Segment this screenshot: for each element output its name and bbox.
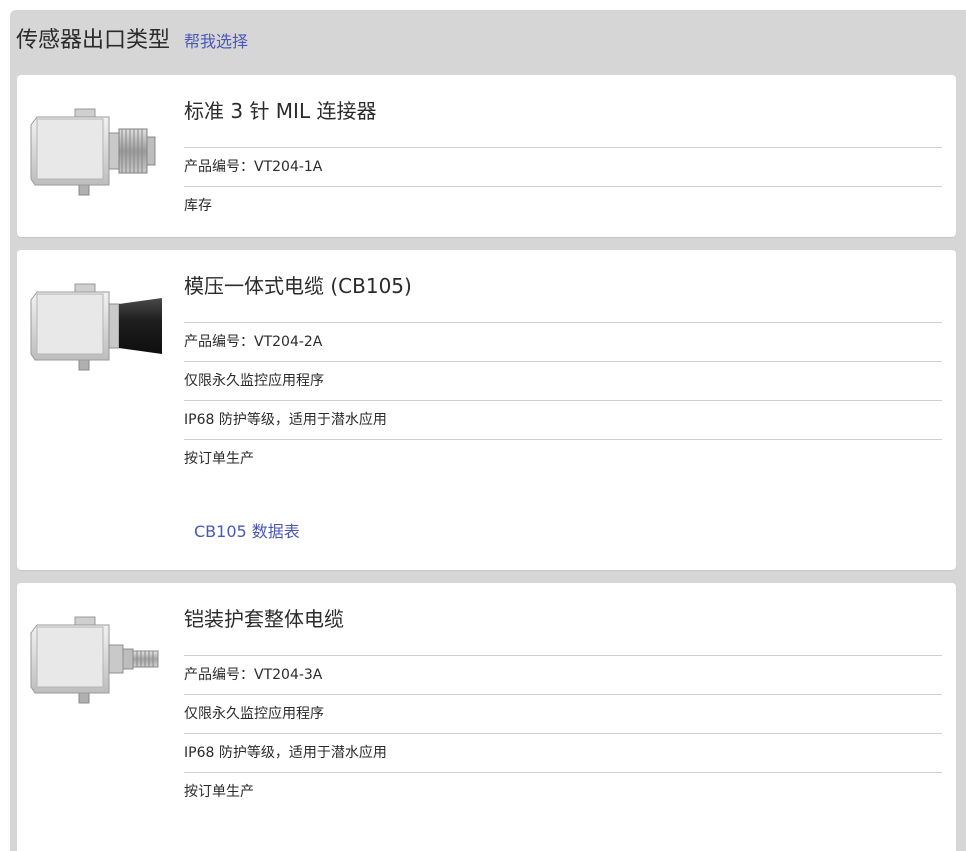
option-card-mil-connector[interactable]: 标准 3 针 MIL 连接器 产品编号：VT204-1A 库存	[17, 75, 956, 237]
feature-row: IP68 防护等级，适用于潜水应用	[184, 401, 942, 440]
outlet-type-panel: 传感器出口类型 帮我选择 标准 3 针 MIL 连接器 产品编号：VT204-1…	[10, 10, 966, 851]
card-body: 模压一体式电缆 (CB105) 产品编号：VT204-2A 仅限永久监控应用程序…	[184, 250, 942, 478]
feature-row: IP68 防护等级，适用于潜水应用	[184, 734, 942, 773]
feature-row: 仅限永久监控应用程序	[184, 362, 942, 401]
feature-row: 仅限永久监控应用程序	[184, 695, 942, 734]
part-number: 产品编号：VT204-2A	[184, 323, 942, 362]
card-title: 标准 3 针 MIL 连接器	[184, 75, 942, 148]
option-card-armored-cable[interactable]: 铠装护套整体电缆 产品编号：VT204-3A 仅限永久监控应用程序 IP68 防…	[17, 583, 956, 851]
part-number: 产品编号：VT204-1A	[184, 148, 942, 187]
card-title: 铠装护套整体电缆	[184, 583, 942, 656]
availability: 库存	[184, 198, 212, 214]
option-card-molded-cable[interactable]: 模压一体式电缆 (CB105) 产品编号：VT204-2A 仅限永久监控应用程序…	[17, 250, 956, 570]
card-title: 模压一体式电缆 (CB105)	[184, 250, 942, 323]
part-number: 产品编号：VT204-3A	[184, 656, 942, 695]
molded-cable-sensor-icon	[30, 283, 162, 371]
card-body: 标准 3 针 MIL 连接器 产品编号：VT204-1A 库存	[184, 75, 942, 225]
availability: 按订单生产	[184, 784, 254, 800]
availability: 按订单生产	[184, 451, 254, 467]
mil-connector-sensor-icon	[30, 108, 156, 196]
help-me-choose-link[interactable]: 帮我选择	[184, 28, 248, 52]
panel-header: 传感器出口类型 帮我选择	[16, 22, 248, 56]
page-title: 传感器出口类型	[16, 28, 171, 53]
cb105-datasheet-link[interactable]: CB105 数据表	[194, 518, 300, 542]
armored-cable-sensor-icon	[30, 616, 159, 704]
card-body: 铠装护套整体电缆 产品编号：VT204-3A 仅限永久监控应用程序 IP68 防…	[184, 583, 942, 811]
